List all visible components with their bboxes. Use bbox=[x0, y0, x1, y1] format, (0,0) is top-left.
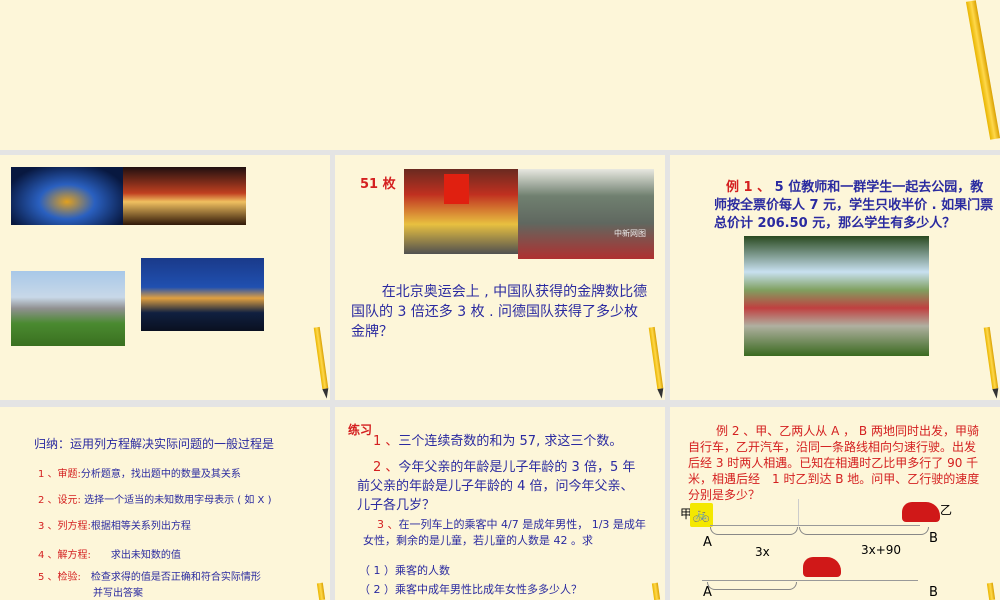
step-label: 5 、检验: bbox=[38, 572, 81, 583]
question-3a: （ 1 ）乘客的人数 bbox=[359, 564, 450, 577]
pencil-icon bbox=[983, 326, 999, 390]
summary-title: 归纳：运用列方程解决实际问题的一般过程是 bbox=[34, 437, 275, 451]
brace-3x90 bbox=[799, 527, 929, 535]
pencil-icon bbox=[648, 326, 664, 390]
q-num: 3 、 bbox=[377, 518, 399, 531]
pencil-icon bbox=[986, 582, 996, 600]
question-3b: （ 2 ）乘客中成年男性比成年女性多多少人？ bbox=[359, 583, 582, 596]
brace-3x bbox=[710, 527, 798, 535]
q-num: 1 、 bbox=[373, 434, 399, 449]
birds-nest-day-photo bbox=[11, 271, 125, 346]
pencil-icon bbox=[651, 582, 661, 600]
q-text: 今年父亲的年龄是儿子年龄的 3 倍，5 年前父亲的年龄是儿子年龄的 4 倍，问今… bbox=[357, 460, 636, 513]
slide-6[interactable]: 例 2 、甲、乙两人从 A ， B 两地同时出发，甲骑自行车，乙开汽车，沿同一条… bbox=[670, 407, 1000, 600]
q-text: 三个连续奇数的和为 57, 求这三个数。 bbox=[398, 434, 623, 449]
example-2-text: 例 2 、甲、乙两人从 A ， B 两地同时出发，甲骑自行车，乙开汽车，沿同一条… bbox=[688, 424, 980, 502]
pencil-icon bbox=[965, 0, 1000, 140]
slide-5[interactable]: 练习 1 、三个连续奇数的和为 57, 求这三个数。 2 、今年父亲的年龄是儿子… bbox=[335, 407, 665, 600]
germany-team-photo: 中新网图 bbox=[518, 169, 654, 259]
step: 4 、解方程: 求出未知数的值 bbox=[38, 546, 181, 565]
slide-4[interactable]: 归纳：运用列方程解决实际问题的一般过程是 1 、审题:分析题意，找出题中的数量及… bbox=[0, 407, 330, 600]
route-line bbox=[710, 525, 920, 526]
point-B2: B bbox=[929, 585, 938, 600]
q-text: 在一列车上的乘客中 4/7 是成年男性， 1/3 是成年女性，剩余的是儿童，若儿… bbox=[363, 518, 646, 547]
step-label: 1 、审题: bbox=[38, 469, 81, 480]
meeting-point-line bbox=[798, 499, 799, 525]
question-3: 3 、在一列车上的乘客中 4/7 是成年男性， 1/3 是成年女性，剩余的是儿童… bbox=[363, 517, 648, 549]
step-continuation: 并写出答案 bbox=[93, 588, 143, 599]
step-desc: 求出未知数的值 bbox=[110, 550, 181, 561]
fireworks-photo bbox=[123, 167, 246, 225]
red-car-icon bbox=[902, 502, 940, 522]
problem-text: 在北京奥运会上 , 中国队获得的金牌数比德国队的 3 倍还多 3 枚 . 问德国… bbox=[351, 284, 648, 340]
example-1-text: 例 1 、 5 位教师和一群学生一起去公园，教师按全票价每人 7 元，学生只收半… bbox=[714, 179, 994, 233]
point-A2: A bbox=[703, 585, 712, 600]
step-desc: 分析题意，找出题中的数量及其关系 bbox=[80, 469, 241, 480]
park-fountain-photo bbox=[744, 236, 929, 356]
segment-3x: 3x bbox=[755, 545, 770, 559]
cyclist-icon: 🚲 bbox=[690, 503, 713, 527]
red-car-icon bbox=[803, 557, 841, 577]
slide-1[interactable] bbox=[0, 155, 330, 400]
step: 2 、设元: 选择一个适当的未知数用字母表示 ( 如 X ) bbox=[38, 491, 271, 510]
slide-3[interactable]: 例 1 、 5 位教师和一群学生一起去公园，教师按全票价每人 7 元，学生只收半… bbox=[670, 155, 1000, 400]
slide-2[interactable]: 51 枚 中新网图 在北京奥运会上 , 中国队获得的金牌数比德国队的 3 倍还多… bbox=[335, 155, 665, 400]
segment-3x90: 3x+90 bbox=[861, 543, 902, 557]
question-1: 1 、三个连续奇数的和为 57, 求这三个数。 bbox=[357, 432, 627, 451]
example-label: 例 1 、 bbox=[726, 180, 771, 195]
step-desc: 检查求得的值是否正确和符合实际情形 bbox=[90, 572, 261, 583]
china-flag-photo bbox=[404, 169, 520, 254]
step-label: 3 、列方程: bbox=[38, 521, 91, 532]
step-label: 2 、设元: bbox=[38, 495, 81, 506]
step: 3 、列方程:根据相等关系列出方程 bbox=[38, 517, 191, 536]
answer-label: 51 枚 bbox=[360, 177, 396, 192]
step: 5 、检验: 检查求得的值是否正确和符合实际情形 bbox=[38, 570, 261, 586]
brace-after bbox=[707, 582, 797, 590]
route-line-2 bbox=[702, 580, 918, 581]
stadium-ceremony-photo bbox=[11, 167, 123, 225]
slide-top[interactable] bbox=[0, 0, 1000, 150]
q-num: 2 、 bbox=[373, 460, 399, 475]
point-A: A bbox=[703, 535, 712, 550]
watermark: 中新网图 bbox=[614, 229, 646, 238]
point-B: B bbox=[929, 531, 938, 546]
birds-nest-night-photo bbox=[141, 258, 264, 331]
step: 1 、审题:分析题意，找出题中的数量及其关系 bbox=[38, 465, 241, 484]
question-2: 2 、今年父亲的年龄是儿子年龄的 3 倍，5 年前父亲的年龄是儿子年龄的 4 倍… bbox=[357, 458, 642, 515]
step-desc: 根据相等关系列出方程 bbox=[90, 521, 191, 532]
label-yi: 乙 bbox=[940, 503, 953, 517]
step-desc: 选择一个适当的未知数用字母表示 ( 如 X ) bbox=[84, 495, 272, 506]
pencil-icon bbox=[313, 326, 329, 390]
step-label: 4 、解方程: bbox=[38, 550, 91, 561]
pencil-icon bbox=[316, 582, 326, 600]
